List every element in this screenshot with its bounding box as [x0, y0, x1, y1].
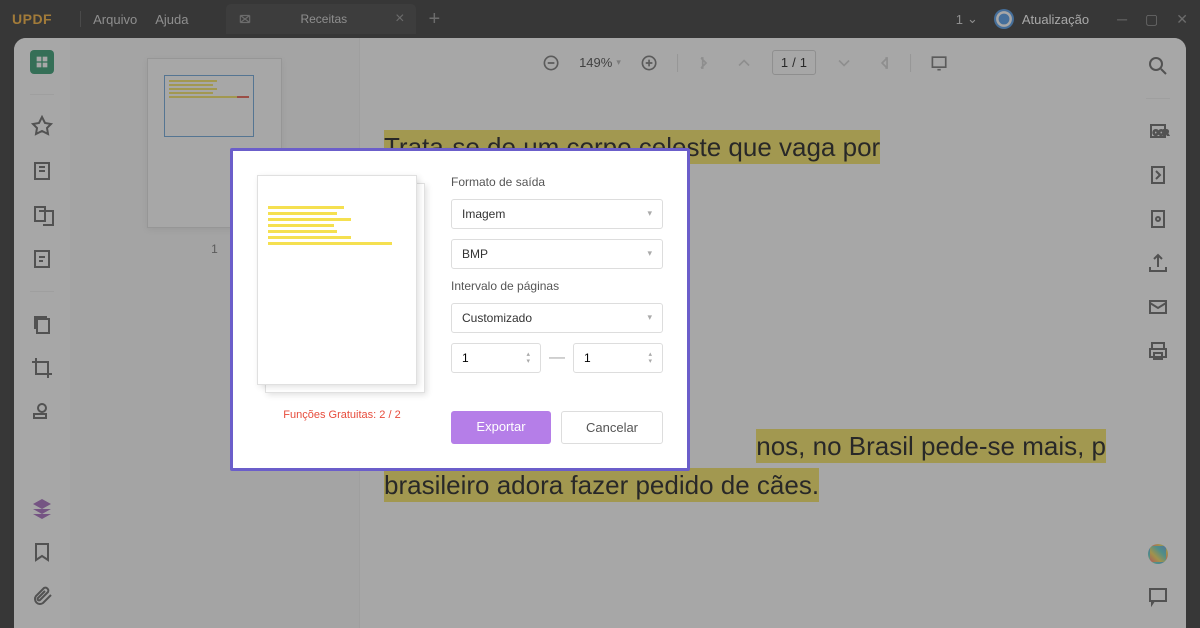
chevron-down-icon: ▾ [647, 248, 652, 259]
dialog-buttons: Exportar Cancelar [451, 383, 663, 444]
dialog-preview: Funções Gratuitas: 2 / 2 [257, 175, 427, 444]
modal-overlay: Funções Gratuitas: 2 / 2 Formato de saíd… [0, 0, 1200, 628]
export-dialog: Funções Gratuitas: 2 / 2 Formato de saíd… [230, 148, 690, 471]
range-from-input[interactable]: 1 ▴▾ [451, 343, 541, 373]
dialog-form: Formato de saída Imagem ▾ BMP ▾ Interval… [451, 175, 663, 444]
free-functions-text: Funções Gratuitas: 2 / 2 [257, 409, 427, 421]
range-to-input[interactable]: 1 ▴▾ [573, 343, 663, 373]
chevron-down-icon: ▾ [647, 208, 652, 219]
format-select[interactable]: Imagem ▾ [451, 199, 663, 229]
range-inputs: 1 ▴▾ — 1 ▴▾ [451, 343, 663, 373]
format-label: Formato de saída [451, 175, 663, 189]
export-button[interactable]: Exportar [451, 411, 551, 444]
chevron-down-icon: ▾ [647, 312, 652, 323]
range-select[interactable]: Customizado ▾ [451, 303, 663, 333]
filetype-select[interactable]: BMP ▾ [451, 239, 663, 269]
range-dash: — [549, 349, 565, 367]
cancel-button[interactable]: Cancelar [561, 411, 663, 444]
range-label: Intervalo de páginas [451, 279, 663, 293]
